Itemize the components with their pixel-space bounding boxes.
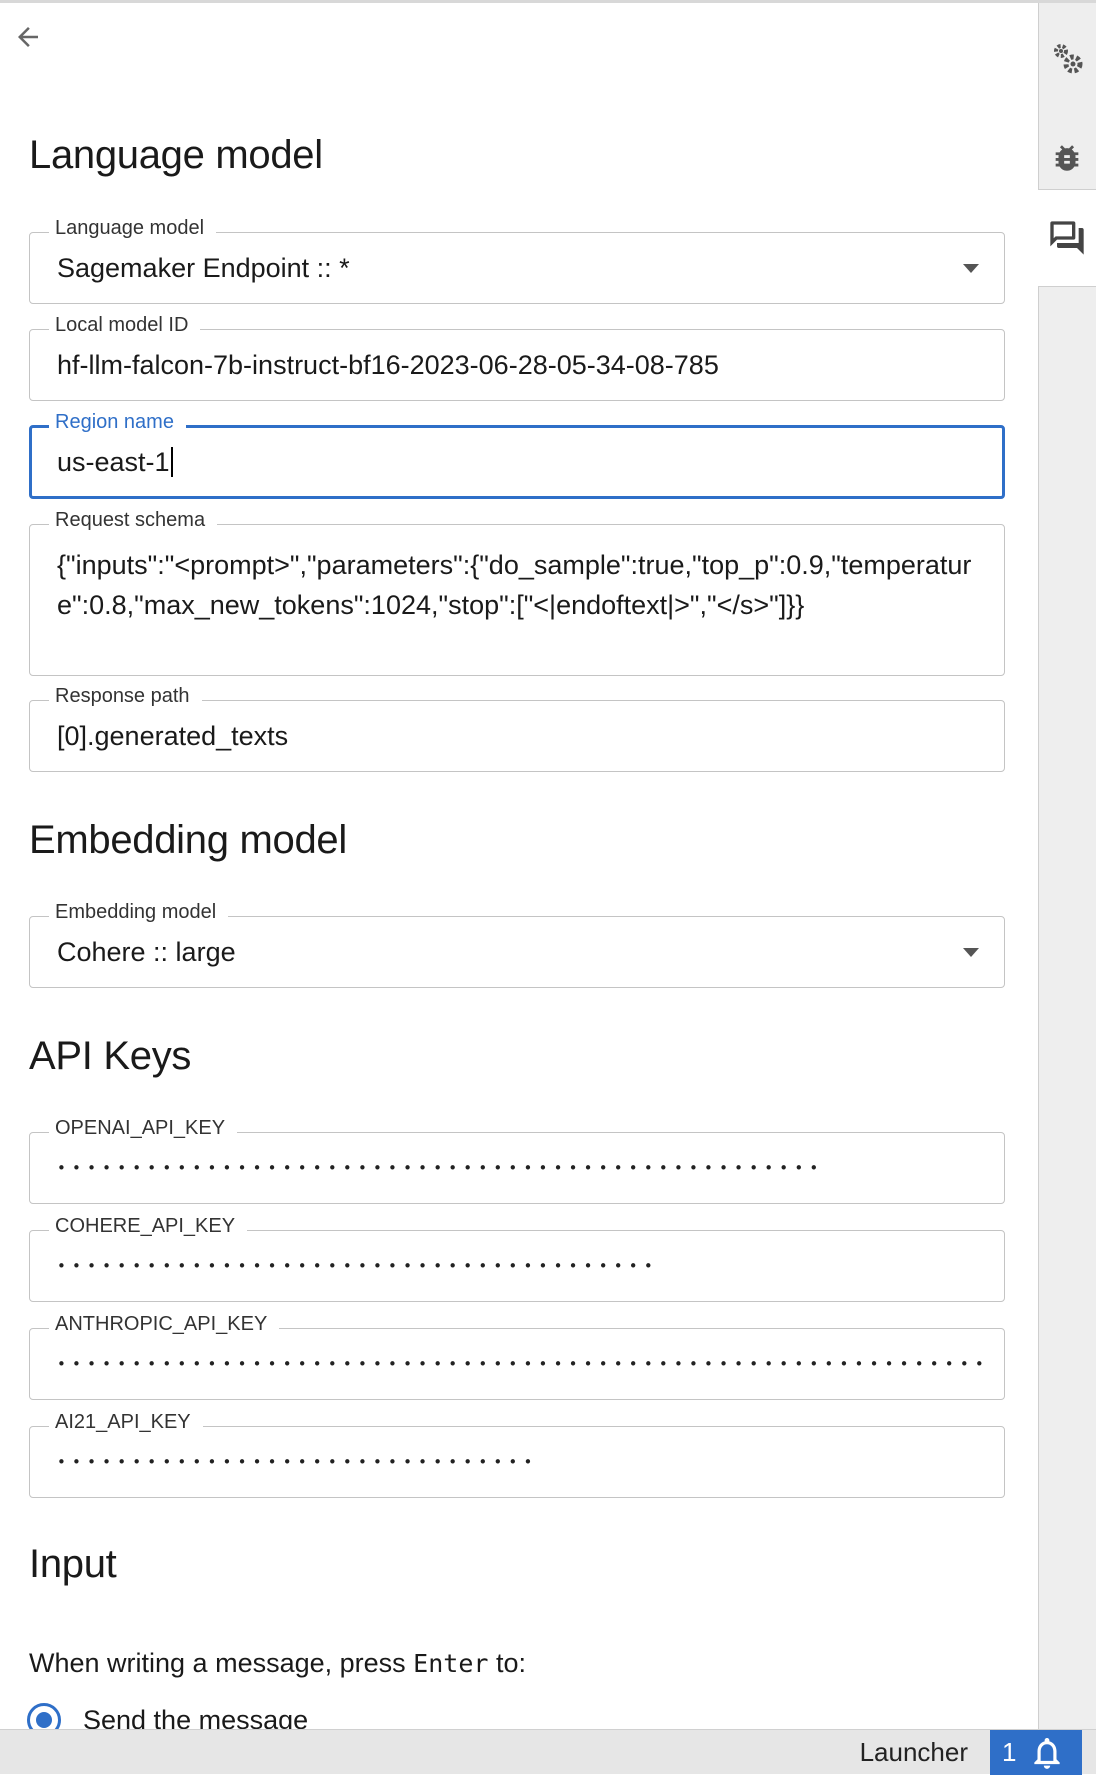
local-model-id-field[interactable]: Local model ID hf-llm-falcon-7b-instruct… [29, 329, 1005, 401]
notifications-button[interactable]: 1 [990, 1730, 1082, 1775]
send-message-label: Send the message [83, 1705, 308, 1730]
tab-settings[interactable] [1038, 23, 1096, 93]
request-schema-field[interactable]: Request schema {"inputs":"<prompt>","par… [29, 524, 1005, 676]
request-schema-label: Request schema [49, 508, 217, 532]
ai21-api-key-field[interactable]: AI21_API_KEY •••••••••••••••••••••••••••… [29, 1426, 1005, 1498]
launcher-tab[interactable]: Launcher [860, 1730, 968, 1775]
response-path-value: [0].generated_texts [57, 701, 944, 771]
anthropic-api-key-value: ••••••••••••••••••••••••••••••••••••••••… [57, 1329, 982, 1399]
openai-api-key-value: ••••••••••••••••••••••••••••••••••••••••… [57, 1133, 982, 1203]
chevron-down-icon [963, 264, 979, 273]
radio-selected-dot [36, 1712, 52, 1728]
embedding-model-select[interactable]: Embedding model Cohere :: large [29, 916, 1005, 988]
chevron-down-icon [963, 948, 979, 957]
language-model-heading: Language model [29, 133, 323, 178]
tab-debugger[interactable] [1038, 123, 1096, 193]
arrow-left-icon [13, 22, 43, 52]
text-caret [171, 447, 173, 477]
chat-icon [1047, 218, 1087, 258]
request-schema-value: {"inputs":"<prompt>","parameters":{"do_s… [57, 545, 974, 625]
embedding-model-heading: Embedding model [29, 818, 347, 863]
input-heading: Input [29, 1542, 116, 1587]
back-button[interactable] [10, 19, 46, 55]
response-path-field[interactable]: Response path [0].generated_texts [29, 700, 1005, 772]
input-description-prefix: When writing a message, press [29, 1648, 413, 1678]
region-name-value: us-east-1 [57, 447, 170, 478]
cohere-api-key-value: •••••••••••••••••••••••••••••••••••••••• [57, 1231, 982, 1301]
status-bar: Launcher 1 [0, 1729, 1096, 1774]
language-model-select[interactable]: Language model Sagemaker Endpoint :: * [29, 232, 1005, 304]
language-model-select-value: Sagemaker Endpoint :: * [57, 233, 944, 303]
anthropic-api-key-field[interactable]: ANTHROPIC_API_KEY ••••••••••••••••••••••… [29, 1328, 1005, 1400]
chat-settings-panel: Language model Language model Sagemaker … [0, 3, 1038, 1729]
enter-key-label: Enter [413, 1649, 488, 1678]
send-message-option[interactable]: Send the message [27, 1700, 308, 1729]
notification-count: 1 [1002, 1737, 1016, 1768]
local-model-id-value: hf-llm-falcon-7b-instruct-bf16-2023-06-2… [57, 330, 984, 400]
send-message-radio[interactable] [27, 1703, 61, 1729]
bug-icon [1050, 141, 1084, 175]
gears-icon [1049, 40, 1085, 76]
bell-icon [1028, 1734, 1066, 1772]
openai-api-key-field[interactable]: OPENAI_API_KEY •••••••••••••••••••••••••… [29, 1132, 1005, 1204]
ai21-api-key-value: •••••••••••••••••••••••••••••••• [57, 1427, 982, 1497]
cohere-api-key-field[interactable]: COHERE_API_KEY •••••••••••••••••••••••••… [29, 1230, 1005, 1302]
right-sidebar [1038, 3, 1096, 1729]
region-name-field[interactable]: Region name us-east-1 [29, 425, 1005, 499]
api-keys-heading: API Keys [29, 1034, 191, 1079]
region-name-input[interactable]: us-east-1 [57, 428, 942, 496]
input-description-suffix: to: [488, 1648, 526, 1678]
embedding-model-select-value: Cohere :: large [57, 917, 944, 987]
tab-chat[interactable] [1038, 189, 1096, 287]
input-description: When writing a message, press Enter to: [29, 1648, 526, 1679]
